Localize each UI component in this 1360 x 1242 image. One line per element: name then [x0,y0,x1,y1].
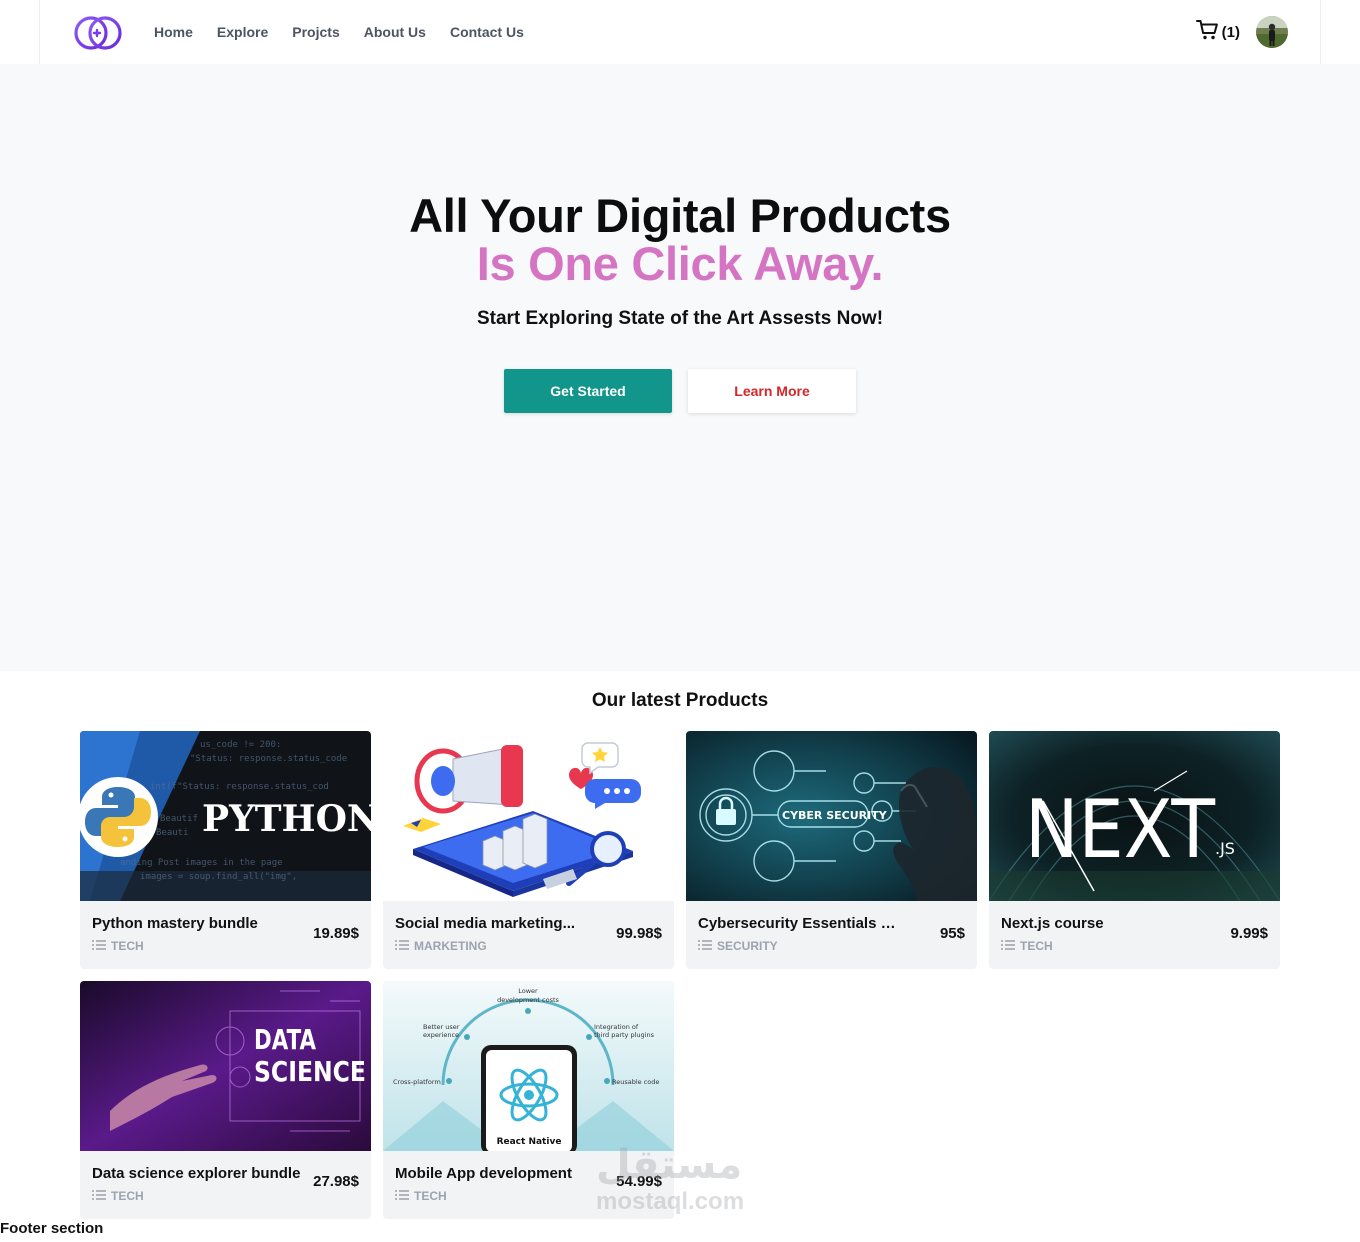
product-image-react-native: React Native Lower development costs Bet… [383,981,674,1151]
product-name: Social media marketing... [395,915,576,932]
card-body: Mobile App development TECH 54.99$ [383,1151,674,1219]
science-image-label: SCIENCE [254,1055,366,1088]
product-category: TECH [395,1189,447,1203]
product-price: 54.99$ [616,1173,662,1190]
product-category: SECURITY [698,939,778,953]
svg-text:images = soup.find_all("img",: images = soup.find_all("img", [140,872,297,882]
product-category: TECH [92,939,144,953]
list-icon [395,1189,409,1203]
product-price: 27.98$ [313,1173,359,1190]
product-category-label: TECH [1020,939,1053,953]
list-icon [1001,939,1015,953]
product-card[interactable]: CYBER SECURITY Cybersecurity Essentials … [686,731,977,969]
product-card[interactable]: us_code != 200: "Status: response.status… [80,731,371,969]
product-image-social-media [383,731,674,901]
hero-title: All Your Digital Products [409,189,951,242]
list-icon [698,939,712,953]
cart-icon [1195,19,1220,46]
cart-button[interactable]: (1) [1195,19,1240,46]
product-category: MARKETING [395,939,487,953]
product-image-python: us_code != 200: "Status: response.status… [80,731,371,901]
product-category: TECH [92,1189,144,1203]
svg-text:Better user: Better user [423,1023,460,1031]
next-image-label: NEXT [1025,783,1216,876]
card-body: Social media marketing... MARKETING 99.9… [383,901,674,969]
product-image-cyber-security: CYBER SECURITY [686,731,977,901]
python-image-label: PYTHON [202,798,371,840]
card-body: Next.js course TECH 9.99$ [989,901,1280,969]
nav-right: (1) [1195,0,1288,64]
product-name: Python mastery bundle [92,915,258,932]
logo-icon[interactable] [72,13,124,51]
product-price: 19.89$ [313,925,359,942]
svg-text:Lower: Lower [518,987,538,995]
hero-subtitle: Start Exploring State of the Art Assests… [476,308,884,329]
svg-text:int(f"Status: response.status_: int(f"Status: response.status_cod [150,782,329,792]
svg-text:experience: experience [423,1031,459,1039]
svg-text:Beauti: Beauti [156,828,189,838]
js-image-label: .JS [1215,839,1235,858]
product-price: 9.99$ [1230,925,1268,942]
product-card[interactable]: React Native Lower development costs Bet… [383,981,674,1219]
product-price: 95$ [939,925,965,942]
nav-projects[interactable]: Projcts [292,24,339,40]
svg-text:"Status: response.status_code: "Status: response.status_code [190,754,347,764]
product-name: Cybersecurity Essentials kit [698,915,898,932]
product-category-label: MARKETING [414,939,487,953]
list-icon [395,939,409,953]
card-body: Python mastery bundle TECH 19.89$ [80,901,371,969]
footer-text: Footer section [0,1220,104,1237]
hero-title-accent: Is One Click Away. [476,237,884,290]
product-name: Next.js course [1001,915,1104,932]
svg-text:Integration of: Integration of [594,1023,639,1031]
product-name: Data science explorer bundle [92,1165,301,1182]
product-image-nextjs: NEXT .JS [989,731,1280,901]
card-body: Data science explorer bundle TECH 27.98$ [80,1151,371,1219]
nav-home[interactable]: Home [154,24,193,40]
product-category-label: TECH [414,1189,447,1203]
section-title: Our latest Products [591,690,769,711]
product-image-data-science: DATA SCIENCE [80,981,371,1151]
nav-about-us[interactable]: About Us [364,24,426,40]
list-icon [92,1189,106,1203]
navbar: Home Explore Projcts About Us Contact Us… [39,0,1321,64]
product-category: TECH [1001,939,1053,953]
product-category-label: TECH [111,1189,144,1203]
nav-contact-us[interactable]: Contact Us [450,24,524,40]
product-name: Mobile App development [395,1165,572,1182]
product-category-label: SECURITY [717,939,778,953]
product-card[interactable]: NEXT .JS Next.js course TECH 9.99$ [989,731,1280,969]
cyber-image-label: CYBER SECURITY [782,809,888,822]
product-card[interactable]: DATA SCIENCE Data science explorer bundl… [80,981,371,1219]
svg-text:anding Post images in the page: anding Post images in the page [120,858,283,868]
avatar[interactable] [1256,16,1288,48]
svg-text:us_code != 200:: us_code != 200: [200,740,281,750]
card-body: Cybersecurity Essentials kit SECURITY 95… [686,901,977,969]
svg-text:Cross-platform: Cross-platform [393,1078,441,1086]
product-price: 99.98$ [616,925,662,942]
product-card[interactable]: Social media marketing... MARKETING 99.9… [383,731,674,969]
data-image-label: DATA [254,1023,316,1056]
svg-text:Reusable code: Reusable code [612,1078,659,1086]
get-started-button[interactable]: Get Started [504,369,672,413]
svg-text:development costs: development costs [497,996,559,1004]
nav-links: Home Explore Projcts About Us Contact Us [154,0,524,64]
rn-image-label: React Native [497,1137,562,1147]
learn-more-button[interactable]: Learn More [688,369,856,413]
svg-text:third party plugins: third party plugins [594,1031,655,1039]
nav-explore[interactable]: Explore [217,24,268,40]
hero-section: All Your Digital Products Is One Click A… [0,64,1360,671]
product-category-label: TECH [111,939,144,953]
svg-text:Beautif: Beautif [160,814,198,824]
list-icon [92,939,106,953]
cart-count: (1) [1221,23,1240,41]
